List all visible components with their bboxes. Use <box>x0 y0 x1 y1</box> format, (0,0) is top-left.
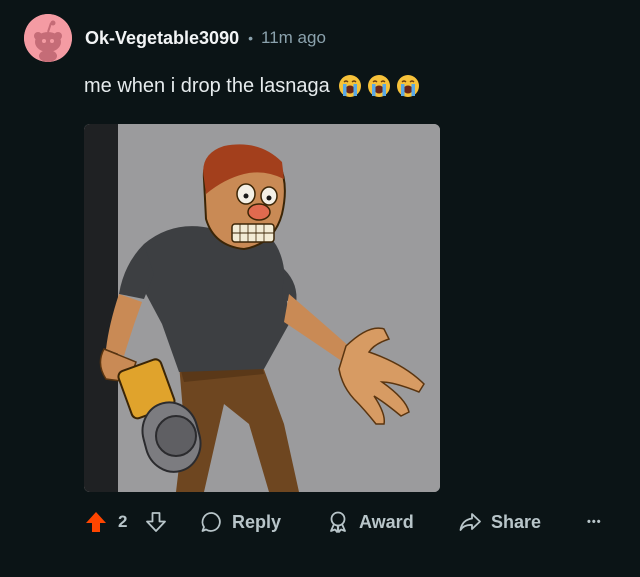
loudly-crying-face-icon <box>367 75 390 97</box>
chat-bubble-icon <box>201 512 221 532</box>
reply-label: Reply <box>232 511 282 532</box>
share-label: Share <box>491 511 542 532</box>
upvote-arrow-icon <box>86 512 106 532</box>
downvote-button[interactable] <box>144 506 168 538</box>
meta-separator: • <box>248 30 253 46</box>
comment-header: Ok-Vegetable3090 • 11m ago <box>24 14 326 62</box>
award-button[interactable]: Award <box>326 506 414 538</box>
vote-score: 2 <box>118 512 128 531</box>
avatar[interactable] <box>24 14 72 62</box>
share-button[interactable]: Share <box>458 506 541 538</box>
comment: Ok-Vegetable3090 • 11m ago me when i dro… <box>0 0 640 577</box>
emoji-group <box>338 74 425 98</box>
timestamp[interactable]: 11m ago <box>261 28 326 48</box>
upvote-button[interactable] <box>84 506 108 538</box>
username-link[interactable]: Ok-Vegetable3090 <box>85 28 239 49</box>
comment-text: me when i drop the lasnaga <box>84 74 330 97</box>
snoo-avatar-icon <box>24 14 72 62</box>
award-ribbon-icon <box>330 511 346 533</box>
loudly-crying-face-icon <box>338 75 361 97</box>
more-options-button[interactable]: ••• <box>587 506 602 538</box>
more-options-label: ••• <box>587 516 602 528</box>
loudly-crying-face-icon <box>396 75 419 97</box>
cartoon-chainsaw-man-image <box>84 124 440 492</box>
award-label: Award <box>359 511 414 532</box>
reply-button[interactable]: Reply <box>200 506 281 538</box>
action-bar: 2 Reply Award Share ••• <box>84 506 614 538</box>
share-arrow-icon <box>459 513 481 531</box>
comment-body: me when i drop the lasnaga <box>84 72 425 100</box>
downvote-arrow-icon <box>146 512 166 532</box>
comment-image[interactable] <box>84 124 440 492</box>
